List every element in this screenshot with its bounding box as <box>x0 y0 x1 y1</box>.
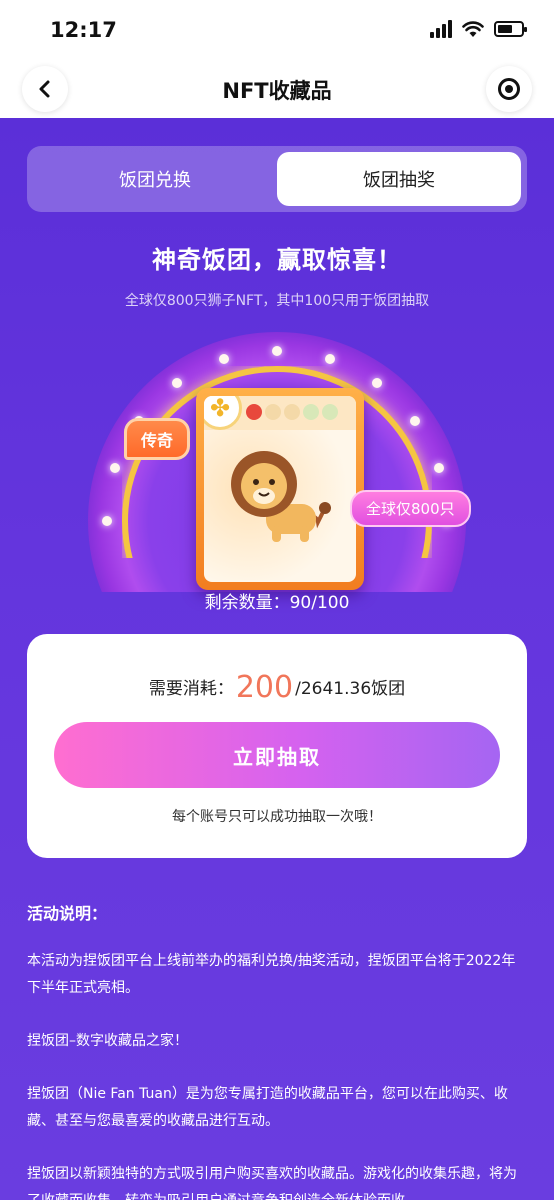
draw-note: 每个账号只可以成功抽取一次哦！ <box>172 809 382 825</box>
cost-label: 需要消耗： <box>148 679 234 699</box>
cost-balance: /2641.36饭团 <box>295 679 406 699</box>
nft-card[interactable]: ✤ <box>196 388 364 590</box>
status-icons <box>430 20 527 38</box>
stage-light <box>102 516 112 526</box>
description-paragraph: 捏饭团–数字收藏品之家！ <box>27 1033 188 1049</box>
cost-value: 200 <box>235 670 294 705</box>
remaining-value: 90/100 <box>289 593 350 613</box>
stage-light <box>324 354 335 365</box>
description-title: 活动说明： <box>27 904 108 923</box>
status-time: 12:17 <box>50 18 117 42</box>
page-title: NFT收藏品 <box>222 79 332 103</box>
draw-panel: 需要消耗：200/2641.36饭团 立即抽取 每个账号只可以成功抽取一次哦！ <box>27 634 527 858</box>
nav-bar: NFT收藏品 <box>0 60 554 118</box>
description-paragraph: 捏饭团（Nie Fan Tuan）是为您专属打造的收藏品平台，您可以在此购买、收… <box>27 1086 508 1129</box>
tab-exchange[interactable]: 饭团兑换 <box>33 152 277 206</box>
stage-light <box>409 416 420 427</box>
description-paragraph: 本活动为捏饭团平台上线前举办的福利兑换/抽奖活动，捏饭团平台将于2022年下半年… <box>27 953 516 996</box>
lion-nft-image <box>231 451 331 542</box>
stage-light <box>272 346 282 356</box>
remaining-label: 剩余数量： <box>204 593 290 613</box>
wifi-icon <box>462 21 484 37</box>
status-bar: 12:17 <box>0 0 554 60</box>
more-button[interactable] <box>486 66 532 112</box>
battery-icon <box>494 21 527 37</box>
tab-lottery[interactable]: 饭团抽奖 <box>277 152 521 206</box>
rarity-badge: 传奇 <box>124 418 191 460</box>
tab-bar: 饭团兑换 饭团抽奖 <box>27 146 527 212</box>
draw-button[interactable]: 立即抽取 <box>54 722 500 788</box>
description-paragraph: 捏饭团以新颖独特的方式吸引用户购买喜欢的收藏品。游戏化的收集乐趣，将为了收藏而收… <box>27 1166 517 1200</box>
headline: 神奇饭团，赢取惊喜！ <box>152 246 402 274</box>
cost-line: 需要消耗：200/2641.36饭团 <box>27 670 527 705</box>
activity-description: 活动说明： 本活动为捏饭团平台上线前举办的福利兑换/抽奖活动，捏饭团平台将于20… <box>27 900 527 1200</box>
limit-badge: 全球仅800只 <box>350 490 471 527</box>
target-icon <box>498 78 520 100</box>
signal-icon <box>430 20 452 38</box>
remaining-count: 剩余数量：90/100 <box>0 588 554 613</box>
fruit-icons <box>246 404 338 420</box>
subheadline: 全球仅800只狮子NFT，其中100只用于饭团抽取 <box>124 293 430 309</box>
